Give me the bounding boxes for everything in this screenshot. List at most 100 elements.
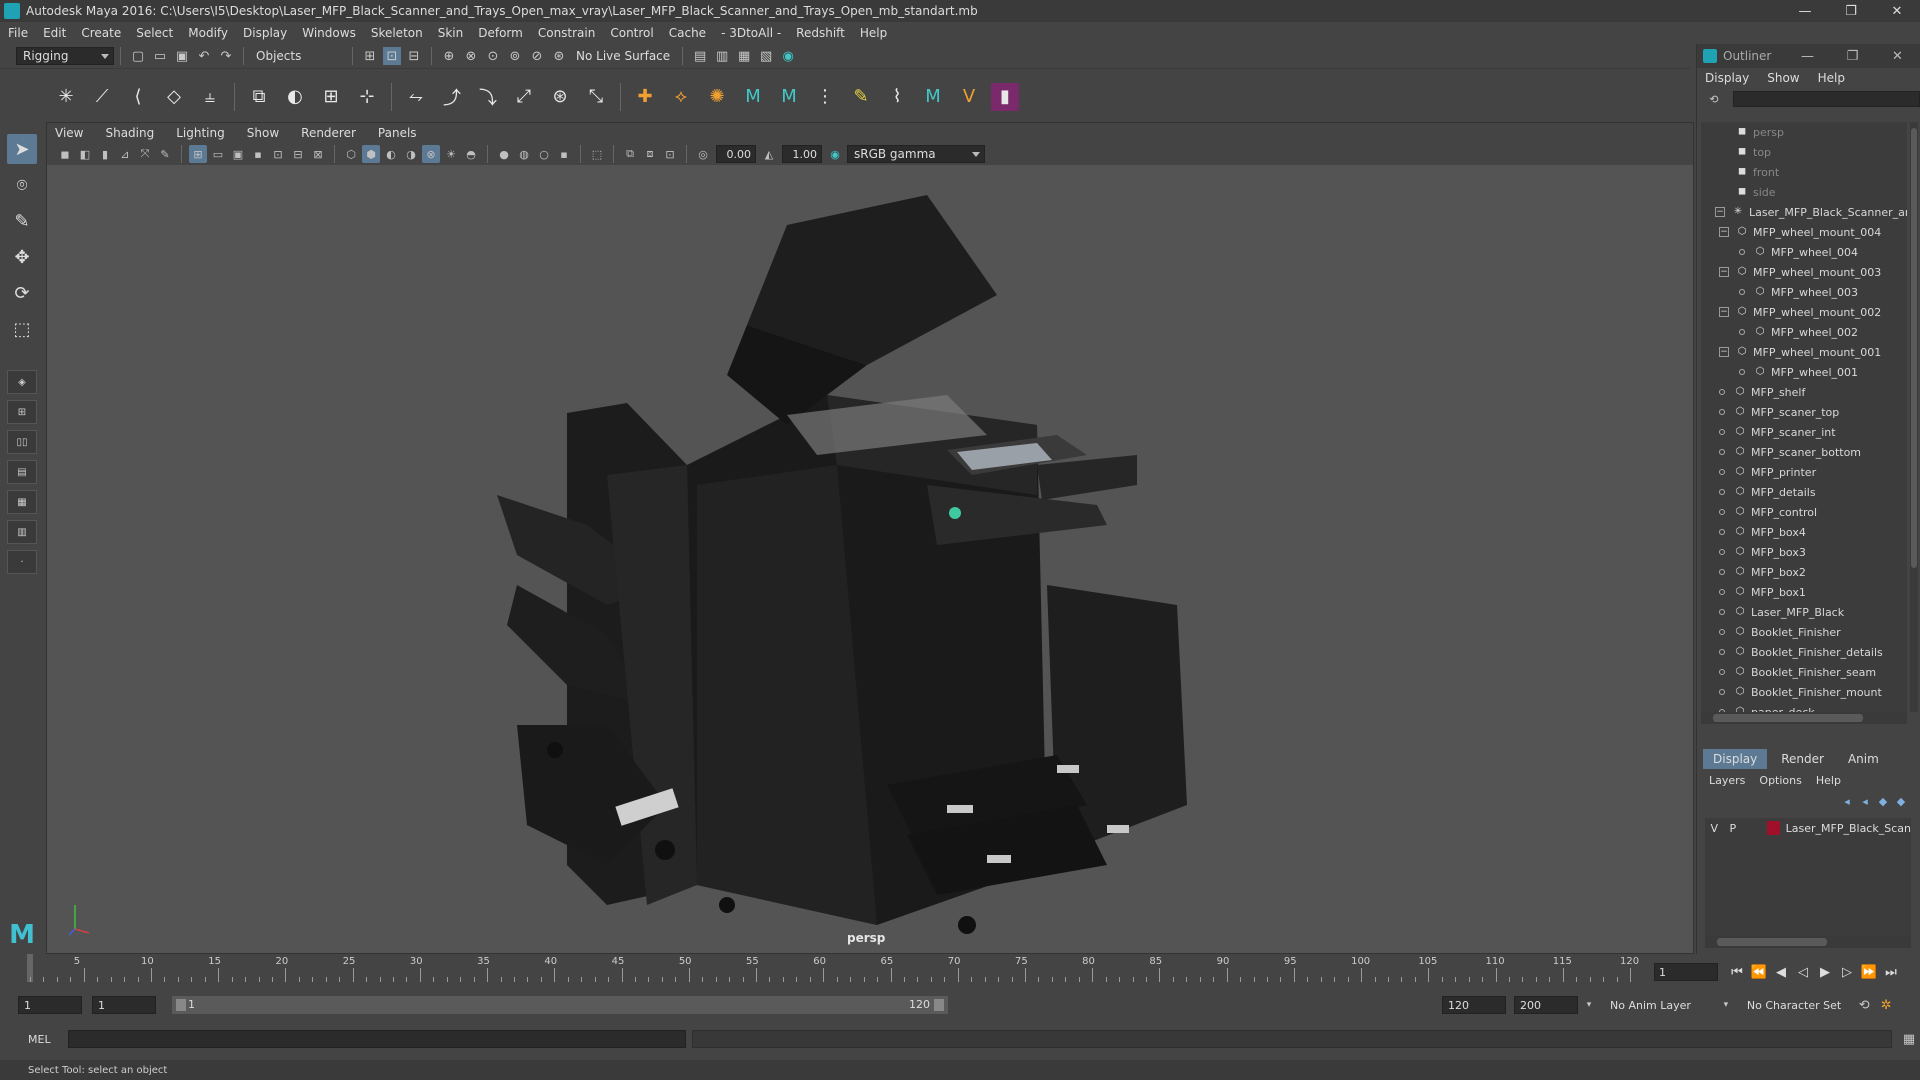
layer-row[interactable]: V P Laser_MFP_Black_Scan xyxy=(1705,818,1911,838)
layer-playback-toggle[interactable]: P xyxy=(1724,822,1743,835)
image-plane-icon[interactable]: ⊿ xyxy=(116,145,134,163)
go-to-end-icon[interactable]: ⏭ xyxy=(1880,965,1902,980)
render-view-icon[interactable]: ▥ xyxy=(713,47,731,65)
outliner-horizontal-scrollbar[interactable] xyxy=(1701,712,1907,724)
smooth-shade-icon[interactable]: ⬢ xyxy=(362,145,380,163)
ik-handle-icon[interactable]: ⟋ xyxy=(88,83,116,111)
save-scene-icon[interactable]: ▣ xyxy=(173,47,191,65)
rotate-tool-icon[interactable]: ⟳ xyxy=(7,278,37,308)
bind-skin-icon[interactable]: ⧉ xyxy=(245,83,273,111)
constraint-orient-icon[interactable]: ⤵ xyxy=(474,83,502,111)
menu-constrain[interactable]: Constrain xyxy=(538,26,596,40)
safe-action-icon[interactable]: ⊟ xyxy=(289,145,307,163)
menu-select[interactable]: Select xyxy=(136,26,173,40)
select-object-icon[interactable]: ⊡ xyxy=(383,47,401,65)
chevron-down-icon[interactable]: ▾ xyxy=(1580,996,1598,1014)
gamma-field[interactable]: 1.00 xyxy=(782,145,822,163)
constraint-parent-icon[interactable]: ⥊ xyxy=(402,83,430,111)
outliner-vertical-scrollbar[interactable] xyxy=(1910,122,1918,712)
scale-tool-icon[interactable]: ⬚ xyxy=(7,314,37,344)
snap-live-icon[interactable]: ⊘ xyxy=(528,47,546,65)
outliner-item[interactable]: ⬡ MFP_wheel_002 xyxy=(1701,322,1907,342)
2d-pan-icon[interactable]: ⤧ xyxy=(136,145,154,163)
joint-tool-icon[interactable]: ✳ xyxy=(52,83,80,111)
outliner-item[interactable]: ◼ side xyxy=(1701,182,1907,202)
collapse-toggle-icon[interactable]: − xyxy=(1719,267,1729,277)
step-back-frame-icon[interactable]: ◀︎ xyxy=(1770,965,1792,980)
panel-menu-renderer[interactable]: Renderer xyxy=(301,126,356,140)
outliner-item[interactable]: − ✳ Laser_MFP_Black_Scanner_ar xyxy=(1701,202,1907,222)
maya-m2-icon[interactable]: M xyxy=(775,83,803,111)
chevron-down-icon[interactable]: ▾ xyxy=(1717,996,1735,1014)
brush-icon[interactable]: ⌇ xyxy=(883,83,911,111)
outliner-item[interactable]: ⬡ Booklet_Finisher_details xyxy=(1701,642,1907,662)
move-layer-up-icon[interactable]: ◂ xyxy=(1838,795,1856,808)
graph-layout-icon[interactable]: ▦ xyxy=(7,490,37,514)
scrollbar-thumb[interactable] xyxy=(1911,128,1917,568)
xray-components-icon[interactable]: ⧈ xyxy=(641,145,659,163)
perspective-viewport[interactable]: View Shading Lighting Show Renderer Pane… xyxy=(46,122,1694,954)
snap-view-icon[interactable]: ⊚ xyxy=(506,47,524,65)
outliner-item[interactable]: − ⬡ MFP_wheel_mount_004 xyxy=(1701,222,1907,242)
safe-title-icon[interactable]: ⊠ xyxy=(309,145,327,163)
step-back-key-icon[interactable]: ⏪ xyxy=(1748,965,1770,980)
constraint-scale-icon[interactable]: ⤢ xyxy=(510,83,538,111)
layer-menu-help[interactable]: Help xyxy=(1816,774,1841,787)
select-tool-icon[interactable]: ➤ xyxy=(7,134,37,164)
menu-display[interactable]: Display xyxy=(243,26,287,40)
command-input[interactable] xyxy=(68,1030,686,1048)
shadows-icon[interactable]: ◓ xyxy=(462,145,480,163)
outliner-search-input[interactable] xyxy=(1732,91,1920,107)
command-language-label[interactable]: MEL xyxy=(28,1033,62,1046)
collapse-toggle-icon[interactable]: − xyxy=(1715,207,1725,217)
outliner-item[interactable]: ⬡ paper_deck xyxy=(1701,702,1907,712)
auto-key-icon[interactable]: ⟲ xyxy=(1855,996,1873,1014)
collapse-toggle-icon[interactable]: − xyxy=(1719,347,1729,357)
collapse-toggle-icon[interactable]: − xyxy=(1719,227,1729,237)
color-management-icon[interactable]: ◉ xyxy=(826,145,844,163)
hypershade-layout-icon[interactable]: ▥ xyxy=(7,520,37,544)
screen-space-ao-icon[interactable]: ● xyxy=(495,145,513,163)
select-component-icon[interactable]: ⊟ xyxy=(405,47,423,65)
view-transform-dropdown[interactable]: sRGB gamma xyxy=(847,145,985,163)
outliner-minimize-button[interactable]: — xyxy=(1785,49,1830,64)
two-pane-layout-icon[interactable]: ▯▯ xyxy=(7,430,37,454)
tab-display[interactable]: Display xyxy=(1703,749,1768,769)
xray-icon[interactable]: ⊗ xyxy=(422,145,440,163)
outliner-item[interactable]: ⬡ MFP_wheel_003 xyxy=(1701,282,1907,302)
maximize-button[interactable]: ❐ xyxy=(1828,0,1874,22)
magnet-icon[interactable]: ⊛ xyxy=(550,47,568,65)
outliner-item[interactable]: ⬡ MFP_scaner_top xyxy=(1701,402,1907,422)
locator-icon[interactable]: ✚ xyxy=(631,83,659,111)
outliner-item[interactable]: ⬡ MFP_details xyxy=(1701,482,1907,502)
time-slider[interactable]: 5 10 15 20 25 30 35 40 45 50 55 60 65 70 75 80 85 90 95 100… xyxy=(22,954,1652,984)
maya-m3-icon[interactable]: M xyxy=(919,83,947,111)
depth-of-field-icon[interactable]: ▪ xyxy=(555,145,573,163)
panel-menu-shading[interactable]: Shading xyxy=(105,126,154,140)
outliner-item[interactable]: − ⬡ MFP_wheel_mount_001 xyxy=(1701,342,1907,362)
menu-3dtoall[interactable]: - 3DtoAll - xyxy=(721,26,781,40)
start-time-field[interactable]: 1 xyxy=(18,996,82,1014)
wireframe-on-shaded-icon[interactable]: ◐ xyxy=(382,145,400,163)
single-pane-layout-icon[interactable]: ◈ xyxy=(7,370,37,394)
mirror-joint-icon[interactable]: ⫨ xyxy=(196,83,224,111)
outliner-item[interactable]: ⬡ MFP_printer xyxy=(1701,462,1907,482)
menu-redshift[interactable]: Redshift xyxy=(796,26,845,40)
menu-skeleton[interactable]: Skeleton xyxy=(371,26,423,40)
current-frame-field[interactable]: 1 xyxy=(1654,963,1718,981)
range-slider[interactable]: 1 120 xyxy=(172,996,948,1014)
joint-orange-icon[interactable]: ⟡ xyxy=(667,83,695,111)
render-settings-icon[interactable]: ▤ xyxy=(691,47,709,65)
play-forwards-icon[interactable]: ▶ xyxy=(1814,965,1836,980)
outliner-item[interactable]: ⬡ MFP_box3 xyxy=(1701,542,1907,562)
script-editor-icon[interactable]: ▦ xyxy=(1900,1030,1918,1048)
play-backwards-icon[interactable]: ◁ xyxy=(1792,965,1814,980)
camera-attrs-icon[interactable]: ◧ xyxy=(76,145,94,163)
panel-menu-lighting[interactable]: Lighting xyxy=(176,126,225,140)
tab-render[interactable]: Render xyxy=(1771,749,1834,769)
outliner-menu-display[interactable]: Display xyxy=(1705,71,1749,85)
default-material-icon[interactable]: ◑ xyxy=(402,145,420,163)
outliner-item[interactable]: ⬡ MFP_scaner_bottom xyxy=(1701,442,1907,462)
menu-deform[interactable]: Deform xyxy=(478,26,523,40)
go-to-start-icon[interactable]: ⏮ xyxy=(1726,965,1748,980)
